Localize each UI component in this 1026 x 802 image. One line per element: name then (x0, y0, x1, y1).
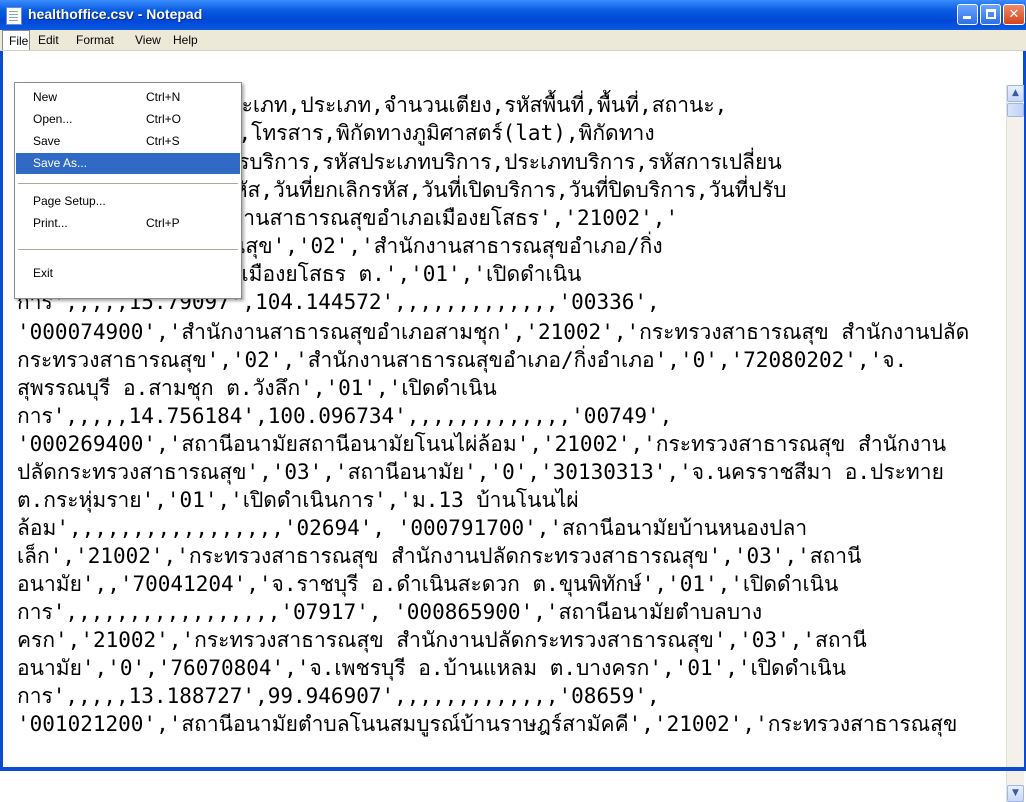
menu-item-print[interactable]: Print... Ctrl+P (16, 213, 240, 234)
menu-view[interactable]: View (129, 30, 167, 50)
file-menu-dropdown: New Ctrl+N Open... Ctrl+O Save Ctrl+S Sa… (14, 82, 242, 299)
menu-item-label: Page Setup... (33, 194, 106, 208)
scroll-up-button[interactable]: ▲ (1007, 85, 1024, 102)
menu-item-label: Save As... (33, 156, 88, 170)
menu-item-label: Save (33, 134, 61, 148)
menu-bar: File Edit Format View Help (0, 30, 1026, 51)
menu-item-label: Print... (33, 216, 68, 230)
menu-item-exit[interactable]: Exit (16, 263, 240, 284)
menu-item-save[interactable]: Save Ctrl+S (16, 131, 240, 152)
chevron-down-icon: ▼ (1012, 788, 1019, 798)
window-border (0, 767, 1026, 771)
menu-item-shortcut: Ctrl+P (146, 216, 180, 230)
chevron-up-icon: ▲ (1012, 88, 1019, 98)
text-line: '001021200','สถานีอนามัยตำบลโนนสมบูรณ์บ้… (17, 712, 958, 736)
title-bar[interactable]: healthoffice.csv - Notepad ✕ (0, 0, 1026, 31)
menu-item-label: New (33, 90, 58, 104)
menu-item-shortcut: Ctrl+N (146, 90, 181, 104)
maximize-button[interactable] (980, 4, 1001, 25)
menu-file[interactable]: File (2, 30, 30, 50)
vertical-scrollbar[interactable]: ▲ ▼ (1006, 85, 1024, 802)
menu-item-shortcut: Ctrl+S (146, 134, 180, 148)
menu-separator (18, 183, 238, 184)
scroll-thumb[interactable] (1007, 103, 1024, 117)
menu-help[interactable]: Help (167, 30, 204, 50)
notepad-icon (6, 7, 22, 25)
scroll-down-button[interactable]: ▼ (1007, 785, 1024, 802)
close-button[interactable]: ✕ (1003, 4, 1025, 25)
menu-item-label: Exit (33, 266, 54, 280)
menu-item-page-setup[interactable]: Page Setup... (16, 191, 240, 212)
minimize-icon (963, 16, 971, 19)
menu-edit[interactable]: Edit (32, 30, 65, 50)
close-icon: ✕ (1008, 7, 1020, 22)
maximize-icon (986, 9, 996, 19)
menu-format[interactable]: Format (70, 30, 120, 50)
menu-item-shortcut: Ctrl+O (146, 112, 182, 126)
menu-item-new[interactable]: New Ctrl+N (16, 87, 240, 108)
menu-item-label: Open... (33, 112, 73, 126)
menu-item-save-as[interactable]: Save As... (16, 153, 240, 174)
minimize-button[interactable] (957, 4, 978, 25)
window-title: healthoffice.csv - Notepad (28, 6, 203, 22)
menu-item-open[interactable]: Open... Ctrl+O (16, 109, 240, 130)
menu-separator (18, 249, 238, 250)
